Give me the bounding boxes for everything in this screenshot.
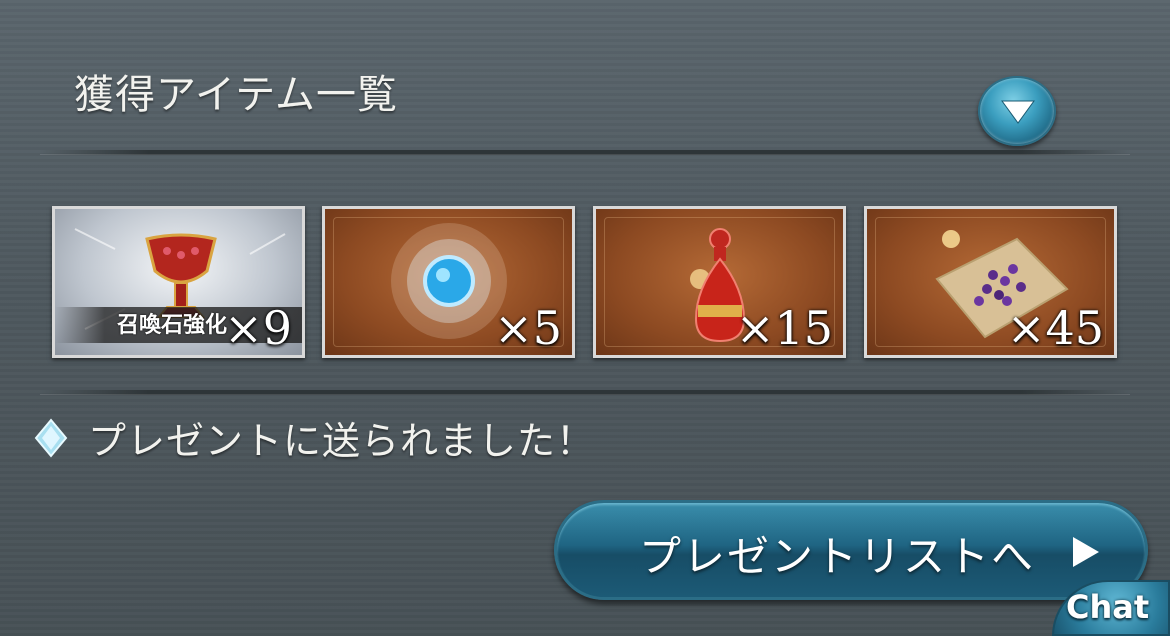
- collapse-toggle-button[interactable]: [978, 76, 1056, 146]
- item-card[interactable]: ×45: [864, 206, 1117, 358]
- chat-button[interactable]: Chat: [1052, 580, 1170, 636]
- item-quantity: ×9: [224, 301, 292, 355]
- blue-gem-icon: [391, 223, 507, 339]
- item-quantity: ×15: [735, 301, 833, 355]
- notice-text: プレゼントに送られました！: [88, 419, 596, 463]
- item-card[interactable]: ×5: [322, 206, 575, 358]
- item-card[interactable]: 召喚石強化 ×9: [52, 206, 305, 358]
- items-divider: [40, 390, 1130, 395]
- play-arrow-icon: [1073, 537, 1099, 567]
- present-list-button-label: プレゼントリストへ: [639, 532, 1036, 581]
- item-name: 召喚石強化: [117, 313, 228, 338]
- item-card[interactable]: ×15: [593, 206, 846, 358]
- chat-button-label: Chat: [1066, 588, 1150, 626]
- chevron-down-icon: [1001, 100, 1035, 124]
- purple-seeds-icon: [935, 230, 1069, 339]
- diamond-icon: [34, 418, 68, 458]
- item-quantity: ×5: [494, 301, 562, 355]
- header-divider: [40, 150, 1130, 155]
- red-potion-icon: [690, 228, 746, 343]
- page-title: 獲得アイテム一覧: [74, 72, 398, 118]
- item-quantity: ×45: [1006, 301, 1104, 355]
- present-list-button[interactable]: プレゼントリストへ: [554, 500, 1148, 600]
